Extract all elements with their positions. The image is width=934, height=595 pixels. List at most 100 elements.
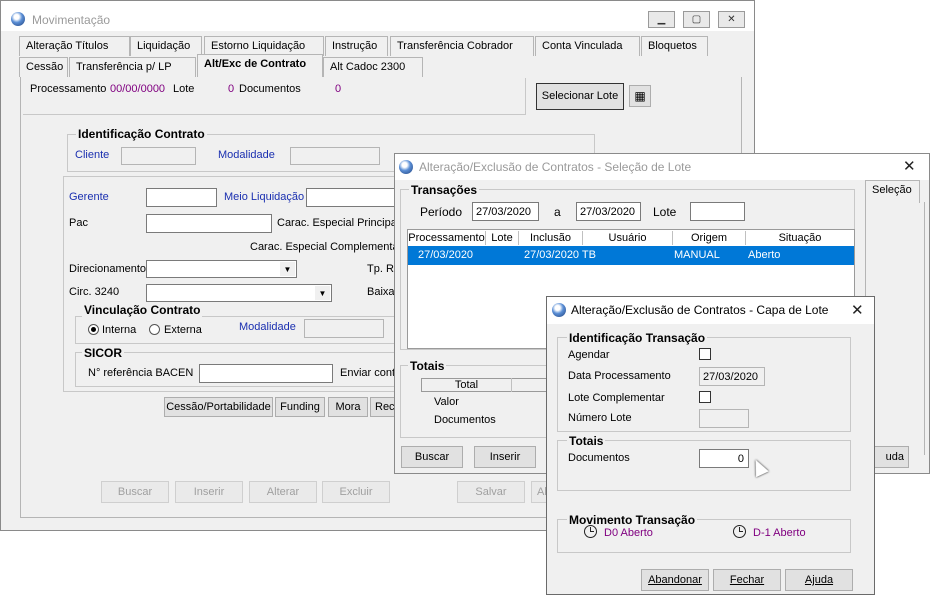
main-titlebar: Movimentação ▁ ▢ ✕ — [1, 1, 754, 31]
cessao-portabilidade-button[interactable]: Cessão/Portabilidade — [164, 397, 273, 417]
carac-complementar-label: Carac. Especial Complementar — [250, 241, 403, 253]
col-usuario[interactable]: Usuário — [583, 231, 673, 245]
excluir-button[interactable]: Excluir — [322, 481, 390, 503]
cliente-label: Cliente — [75, 149, 110, 161]
transacoes-title: Transações — [409, 183, 480, 197]
tab-cessao[interactable]: Cessão — [19, 57, 68, 77]
close-button[interactable]: ✕ — [718, 11, 745, 28]
buscar-button[interactable]: Buscar — [101, 481, 169, 503]
identificacao-transacao-title: Identificação Transação — [567, 331, 708, 345]
col-lote[interactable]: Lote — [486, 231, 519, 245]
col-inclusao[interactable]: Inclusão — [519, 231, 583, 245]
col-processamento[interactable]: Processamento — [408, 231, 486, 245]
meio-liquidacao-field[interactable] — [306, 188, 398, 207]
bacen-label: N° referência BACEN — [88, 367, 194, 379]
tab-transferencia-lp[interactable]: Transferência p/ LP — [69, 57, 196, 77]
chevron-down-icon[interactable]: ▼ — [315, 286, 330, 300]
valor-label: Valor — [434, 396, 459, 408]
tab-instrucao[interactable]: Instrução — [325, 36, 388, 56]
cliente-field[interactable] — [121, 147, 196, 165]
fechar-button[interactable]: Fechar — [713, 569, 781, 591]
lote-label: Lote — [653, 205, 677, 219]
gerente-label: Gerente — [69, 191, 109, 203]
capa-lote-titlebar: Alteração/Exclusão de Contratos - Capa d… — [547, 297, 874, 324]
tab-selecao[interactable]: Seleção — [865, 180, 920, 203]
interna-label: Interna — [102, 324, 137, 336]
numero-lote-label: Número Lote — [568, 412, 632, 424]
ajuda-button[interactable]: Ajuda — [785, 569, 853, 591]
processamento-divider — [23, 114, 526, 115]
selecionar-lote-button[interactable]: Selecionar Lote — [536, 83, 624, 110]
periodo-from-field[interactable]: 27/03/2020 — [472, 202, 539, 221]
row-inclusao: 27/03/2020 TB — [524, 249, 596, 261]
externa-radio[interactable] — [149, 324, 160, 335]
app-icon — [399, 160, 413, 174]
gerente-field[interactable] — [146, 188, 217, 207]
circ-select[interactable]: ▼ — [146, 284, 332, 302]
minimize-button[interactable]: ▁ — [648, 11, 675, 28]
vinc-modalidade-field[interactable] — [304, 319, 384, 338]
identificacao-contrato-title: Identificação Contrato — [76, 127, 207, 141]
tab-alt-exc-contrato[interactable]: Alt/Exc de Contrato — [197, 54, 323, 77]
documentos-label: Documentos — [434, 414, 496, 426]
periodo-label: Período — [420, 205, 463, 219]
selecao-lote-title: Alteração/Exclusão de Contratos - Seleçã… — [419, 160, 692, 174]
selecao-lote-titlebar: Alteração/Exclusão de Contratos - Seleçã… — [395, 154, 929, 180]
alterar-button[interactable]: Alterar — [249, 481, 317, 503]
periodo-to-field[interactable]: 27/03/2020 — [576, 202, 641, 221]
tab-liquidacao[interactable]: Liquidação — [130, 36, 202, 56]
close-icon[interactable]: ✕ — [851, 303, 864, 318]
lote-complementar-checkbox[interactable] — [699, 391, 711, 403]
total-header: Total — [422, 378, 512, 392]
tab-conta-vinculada[interactable]: Conta Vinculada — [535, 36, 640, 56]
capa-documentos-field[interactable]: 0 — [699, 449, 749, 468]
pac-field[interactable] — [146, 214, 272, 233]
capa-documentos-label: Documentos — [568, 452, 630, 464]
d1-aberto-label: D-1 Aberto — [753, 527, 806, 539]
ajuda-button-partial[interactable]: uda — [873, 446, 909, 468]
documentos-value: 0 — [335, 83, 342, 95]
numero-lote-field[interactable] — [699, 409, 749, 428]
vinculacao-title: Vinculação Contrato — [82, 303, 203, 317]
col-origem[interactable]: Origem — [673, 231, 746, 245]
modalidade-label: Modalidade — [218, 149, 275, 161]
inserir-button[interactable]: Inserir — [175, 481, 243, 503]
agendar-checkbox[interactable] — [699, 348, 711, 360]
maximize-button[interactable]: ▢ — [683, 11, 710, 28]
tab-bloquetos[interactable]: Bloquetos — [641, 36, 708, 56]
tab-alt-cadoc-2300[interactable]: Alt Cadoc 2300 — [323, 57, 423, 77]
row-processamento: 27/03/2020 — [418, 249, 474, 261]
mora-button[interactable]: Mora — [328, 397, 368, 417]
direcionamento-select[interactable]: ▼ — [146, 260, 297, 278]
salvar-button[interactable]: Salvar — [457, 481, 525, 503]
abandonar-button[interactable]: Abandonar — [641, 569, 709, 591]
chevron-down-icon[interactable]: ▼ — [280, 262, 295, 276]
data-processamento-field[interactable]: 27/03/2020 — [699, 367, 765, 386]
app-icon — [552, 303, 566, 317]
col-situacao[interactable]: Situação — [746, 231, 854, 245]
totais-title: Totais — [408, 359, 447, 373]
documentos-label: Documentos — [239, 83, 301, 95]
capa-totais-title: Totais — [567, 434, 606, 448]
a-label: a — [554, 205, 561, 219]
lote-field[interactable] — [690, 202, 745, 221]
tab-transferencia-cobrador[interactable]: Transferência Cobrador — [390, 36, 534, 56]
table-row[interactable]: 27/03/2020 27/03/2020 TB MANUAL Aberto — [408, 246, 854, 265]
lote-value: 0 — [228, 83, 235, 95]
buscar-button[interactable]: Buscar — [401, 446, 463, 468]
close-icon[interactable]: ✕ — [903, 159, 916, 174]
inserir-button[interactable]: Inserir — [474, 446, 536, 468]
baixa-label: Baixa — [367, 286, 395, 298]
tab-alteracao-titulos[interactable]: Alteração Títulos — [19, 36, 130, 56]
bacen-field[interactable] — [199, 364, 333, 383]
meio-liquidacao-label: Meio Liquidação — [224, 191, 305, 203]
calculator-icon[interactable]: ▦ — [629, 85, 651, 107]
interna-radio[interactable] — [88, 324, 99, 335]
capa-lote-title: Alteração/Exclusão de Contratos - Capa d… — [571, 303, 829, 317]
externa-label: Externa — [164, 324, 202, 336]
tab-estorno-liquidacao[interactable]: Estorno Liquidação — [204, 36, 324, 56]
modalidade-field[interactable] — [290, 147, 380, 165]
direcionamento-label: Direcionamento — [69, 263, 147, 275]
funding-button[interactable]: Funding — [275, 397, 325, 417]
data-processamento-label: Data Processamento — [568, 370, 671, 382]
